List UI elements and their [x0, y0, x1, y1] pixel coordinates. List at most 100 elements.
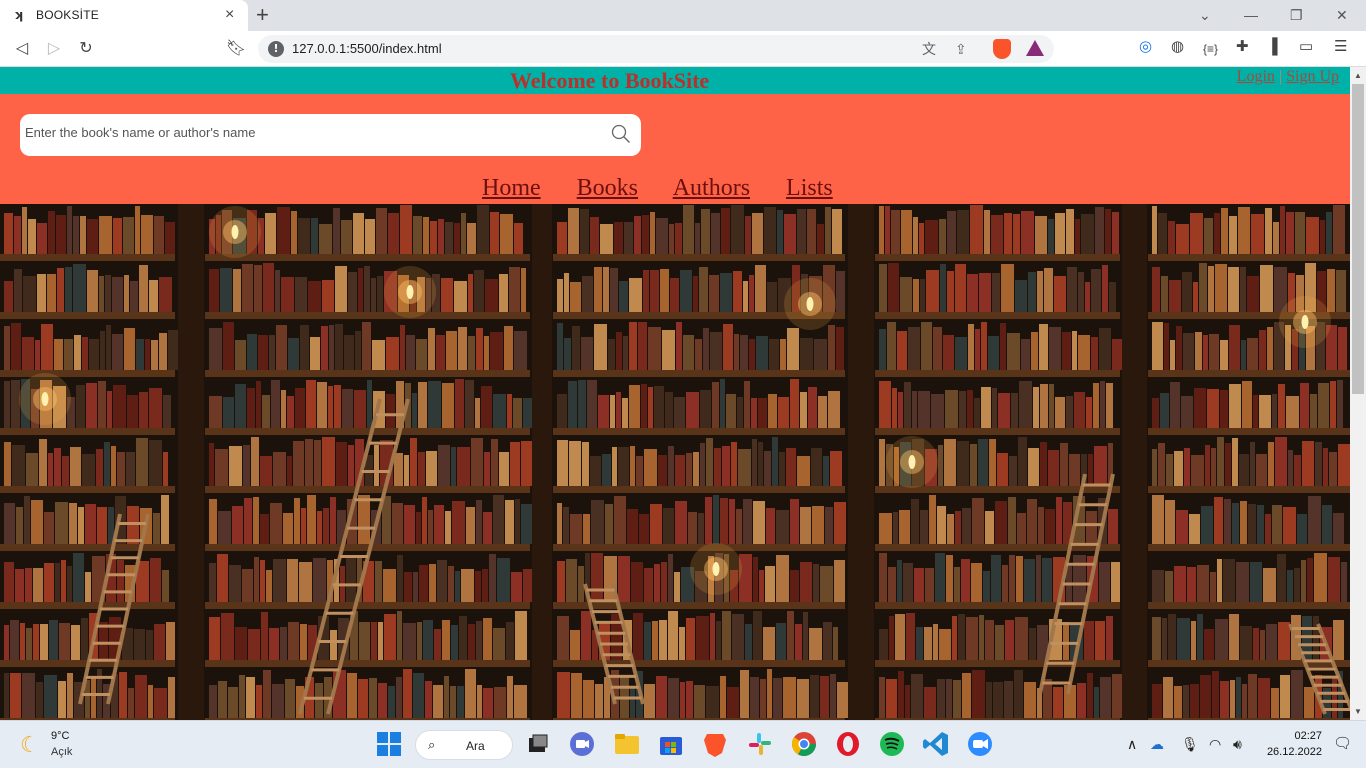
moon-weather-icon[interactable]: ☾: [20, 732, 40, 758]
login-link[interactable]: Login: [1237, 68, 1275, 85]
book-spine: [901, 210, 912, 254]
meet-chat-icon[interactable]: [567, 729, 597, 759]
vscode-icon[interactable]: [921, 729, 951, 759]
close-window-icon[interactable]: ✕: [1336, 5, 1348, 25]
slack-icon[interactable]: [745, 729, 775, 759]
book-spine: [627, 509, 638, 544]
book-spine: [428, 510, 433, 544]
search-input[interactable]: [25, 125, 585, 140]
restore-icon[interactable]: ❐: [1290, 5, 1303, 25]
scrollbar-thumb[interactable]: [1352, 84, 1364, 394]
task-view-icon[interactable]: [523, 729, 553, 759]
globe-icon[interactable]: ◍: [1171, 37, 1184, 57]
book-spine: [578, 566, 584, 602]
tab-search-icon[interactable]: ⌄: [1199, 5, 1211, 25]
sidebar-icon[interactable]: ▐: [1267, 37, 1278, 57]
book-spine: [830, 451, 842, 486]
book-spine: [641, 384, 647, 428]
opera-icon[interactable]: [833, 729, 863, 759]
spotify-icon[interactable]: [877, 729, 907, 759]
microsoft-store-icon[interactable]: [656, 729, 686, 759]
back-icon[interactable]: ◁: [10, 37, 34, 61]
nav-lists-link[interactable]: Lists: [786, 175, 833, 201]
extension-circle-icon[interactable]: ◎: [1139, 37, 1152, 57]
book-spine: [107, 391, 112, 428]
brave-browser-icon[interactable]: [700, 729, 730, 759]
book-spine: [919, 223, 924, 254]
book-spine: [581, 337, 593, 370]
book-spine: [1168, 221, 1175, 254]
close-tab-icon[interactable]: ×: [225, 5, 234, 25]
book-spine: [1201, 506, 1213, 544]
book-spine: [703, 328, 709, 370]
search-box[interactable]: [20, 114, 641, 156]
book-spine: [1326, 212, 1332, 254]
notifications-icon[interactable]: 🗨︎: [1333, 734, 1352, 752]
minimize-icon[interactable]: —: [1244, 5, 1258, 25]
book-spine: [31, 500, 43, 544]
weather-condition[interactable]: Açık: [51, 746, 72, 758]
bookmark-icon[interactable]: 🔖︎: [224, 37, 248, 61]
book-spine: [457, 447, 470, 486]
brave-shields-icon[interactable]: [993, 39, 1011, 59]
book-spine: [117, 560, 124, 602]
puzzle-extensions-icon[interactable]: ✚: [1236, 37, 1249, 57]
book-spine: [1077, 683, 1086, 718]
menu-icon[interactable]: ☰: [1334, 37, 1347, 57]
book-spine: [557, 222, 567, 254]
new-tab-button[interactable]: +: [256, 2, 269, 28]
reload-icon[interactable]: ↻: [74, 37, 98, 61]
book-spine: [569, 441, 581, 486]
book-spine: [145, 339, 150, 370]
book-spine: [1174, 451, 1183, 486]
book-spine: [235, 340, 246, 370]
microphone-icon[interactable]: 🎙︎: [1181, 736, 1199, 753]
book-spine: [1306, 217, 1319, 254]
share-icon[interactable]: ⇪: [955, 40, 967, 58]
book-spine: [454, 281, 467, 312]
code-extension-icon[interactable]: {≡}: [1203, 39, 1218, 59]
chrome-icon[interactable]: [789, 729, 819, 759]
address-bar[interactable]: ! 127.0.0.1:5500/index.html ⽂ ⇪: [258, 35, 1054, 63]
nav-books-link[interactable]: Books: [577, 175, 638, 201]
browser-tab[interactable]: ʞ BOOKSİTE ×: [0, 0, 248, 31]
nav-authors-link[interactable]: Authors: [673, 175, 750, 201]
book-spine: [428, 328, 435, 370]
book-spine: [426, 451, 437, 486]
clock-time[interactable]: 02:27: [1294, 730, 1322, 742]
book-spine: [1042, 558, 1052, 602]
book-spine: [764, 451, 771, 486]
book-spine: [232, 506, 243, 544]
windows-start-icon[interactable]: [374, 729, 404, 759]
book-spine: [1094, 687, 1099, 718]
book-spine: [489, 554, 496, 602]
book-spine: [566, 559, 577, 602]
onedrive-cloud-icon[interactable]: ☁: [1150, 736, 1164, 753]
site-info-icon[interactable]: !: [268, 41, 284, 57]
book-spine: [493, 628, 505, 660]
book-spine: [386, 337, 399, 370]
nav-home-link[interactable]: Home: [482, 175, 541, 201]
weather-temperature[interactable]: 9°C: [51, 730, 69, 742]
clock-date[interactable]: 26.12.2022: [1267, 746, 1322, 758]
zoom-icon[interactable]: [965, 729, 995, 759]
volume-icon[interactable]: 🔊︎: [1233, 736, 1242, 753]
book-spine: [557, 672, 570, 718]
forward-icon[interactable]: ▷: [42, 37, 66, 61]
show-hidden-icons-chevron-icon[interactable]: ∧: [1127, 736, 1137, 753]
brave-rewards-icon[interactable]: [1026, 40, 1044, 56]
wifi-icon[interactable]: ◠: [1209, 736, 1221, 753]
file-explorer-icon[interactable]: [612, 729, 642, 759]
signup-link[interactable]: Sign Up: [1286, 68, 1339, 85]
translate-icon[interactable]: ⽂: [922, 40, 936, 58]
taskbar-search[interactable]: ⌕ Ara: [415, 730, 513, 760]
book-spine: [159, 333, 167, 370]
scroll-down-arrow-icon[interactable]: ▼: [1354, 707, 1362, 716]
url-text[interactable]: 127.0.0.1:5500/index.html: [292, 41, 442, 56]
scroll-up-arrow-icon[interactable]: ▲: [1354, 71, 1362, 80]
page-scrollbar[interactable]: ▲ ▼: [1350, 67, 1366, 720]
search-icon[interactable]: [611, 124, 631, 144]
book-spine: [150, 558, 161, 602]
book-spine: [1257, 505, 1264, 544]
wallet-icon[interactable]: ▭: [1299, 37, 1313, 57]
